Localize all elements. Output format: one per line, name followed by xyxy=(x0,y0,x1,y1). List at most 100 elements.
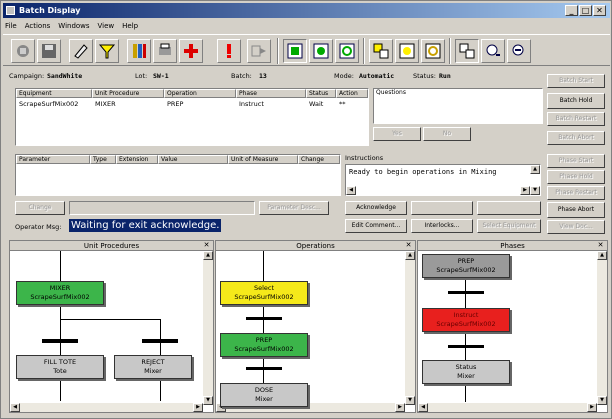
connector xyxy=(60,381,61,401)
node-sublabel: Tote xyxy=(53,367,67,375)
view-2-icon[interactable] xyxy=(309,39,333,63)
node-fill-tote[interactable]: FILL TOTE Tote xyxy=(16,355,104,379)
scroll-up-icon[interactable]: ▲ xyxy=(203,251,213,260)
menu-view[interactable]: View xyxy=(98,20,115,32)
close-icon[interactable]: ✕ xyxy=(596,242,605,250)
col-parameter[interactable]: Parameter xyxy=(16,155,90,164)
scroll-down-icon[interactable]: ▼ xyxy=(203,396,213,405)
scroll-right-icon[interactable]: ▶ xyxy=(193,403,203,412)
col-unit-procedure[interactable]: Unit Procedure xyxy=(92,89,164,98)
title-bar[interactable]: Batch Display _ □ ✕ xyxy=(3,3,610,18)
horizontal-scrollbar[interactable]: ◀ ▶ xyxy=(10,403,203,412)
horizontal-scrollbar[interactable]: ◀ ▶ xyxy=(418,403,597,412)
no-button[interactable]: No xyxy=(423,127,471,141)
view-7-icon[interactable] xyxy=(455,39,479,63)
close-icon[interactable]: ✕ xyxy=(202,242,211,250)
node-dose[interactable]: DOSE Mixer xyxy=(220,383,308,407)
col-phase[interactable]: Phase xyxy=(236,89,306,98)
parameter-table[interactable]: Parameter Type Extension Value Unit of M… xyxy=(15,154,341,196)
scroll-down-icon[interactable]: ▼ xyxy=(405,396,415,405)
phase-start-button[interactable]: Phase Start xyxy=(547,154,605,168)
instructions-box[interactable]: Ready to begin operations in Mixing ▲ ▼ … xyxy=(345,164,541,196)
scroll-down-icon[interactable]: ▼ xyxy=(530,186,540,195)
vertical-scrollbar[interactable]: ▲ ▼ xyxy=(405,251,415,405)
scroll-left-icon[interactable]: ◀ xyxy=(418,403,428,412)
col-operation[interactable]: Operation xyxy=(164,89,236,98)
scroll-right-icon[interactable]: ▶ xyxy=(395,403,405,412)
print-icon[interactable] xyxy=(153,39,177,63)
zoom-out-icon[interactable] xyxy=(507,39,531,63)
col-change[interactable]: Change xyxy=(298,155,340,164)
view-5-icon[interactable] xyxy=(395,39,419,63)
batch-restart-button[interactable]: Batch Restart xyxy=(547,112,605,126)
export-icon[interactable] xyxy=(247,39,271,63)
minimize-button[interactable]: _ xyxy=(565,5,578,16)
scroll-up-icon[interactable]: ▲ xyxy=(530,165,540,174)
scroll-right-icon[interactable]: ▶ xyxy=(520,186,530,195)
scroll-right-icon[interactable]: ▶ xyxy=(587,403,597,412)
phase-restart-button[interactable]: Phase Restart xyxy=(547,186,605,200)
toolbar-separator xyxy=(363,38,365,64)
batch-hold-button[interactable]: Batch Hold xyxy=(547,93,605,109)
vertical-scrollbar[interactable]: ▲ ▼ xyxy=(597,251,607,405)
scroll-up-icon[interactable]: ▲ xyxy=(405,251,415,260)
view-doc-button[interactable]: View Doc... xyxy=(547,220,605,234)
view-1-icon[interactable] xyxy=(283,39,307,63)
alert-icon[interactable] xyxy=(217,39,241,63)
equipment-table[interactable]: Equipment Unit Procedure Operation Phase… xyxy=(15,88,369,146)
node-select[interactable]: Select ScrapeSurfMix002 xyxy=(220,281,308,305)
book-icon[interactable] xyxy=(127,39,151,63)
col-unit-of-measure[interactable]: Unit of Measure xyxy=(228,155,298,164)
filter-icon[interactable] xyxy=(95,39,119,63)
close-icon[interactable]: ✕ xyxy=(404,242,413,250)
col-equipment[interactable]: Equipment xyxy=(16,89,92,98)
blank-button[interactable] xyxy=(411,201,473,215)
view-6-icon[interactable] xyxy=(421,39,445,63)
phase-hold-button[interactable]: Phase Hold xyxy=(547,170,605,184)
batch-start-button[interactable]: Batch Start xyxy=(547,74,605,88)
scroll-left-icon[interactable]: ◀ xyxy=(346,186,356,195)
connector xyxy=(160,381,161,401)
edit-comment-button[interactable]: Edit Comment... xyxy=(345,219,407,233)
node-prep-phase[interactable]: PREP ScrapeSurfMix002 xyxy=(422,254,510,278)
col-status[interactable]: Status xyxy=(306,89,336,98)
select-equipment-button[interactable]: Select Equipment xyxy=(477,219,541,233)
node-prep[interactable]: PREP ScrapeSurfMix002 xyxy=(220,333,308,357)
scroll-up-icon[interactable]: ▲ xyxy=(597,251,607,260)
scroll-down-icon[interactable]: ▼ xyxy=(597,396,607,405)
batch-abort-button[interactable]: Batch Abort xyxy=(547,131,605,145)
node-mixer[interactable]: MIXER ScrapeSurfMix002 xyxy=(16,281,104,305)
close-button[interactable]: ✕ xyxy=(593,5,606,16)
blank-button-2[interactable] xyxy=(477,201,541,215)
restore-button[interactable]: □ xyxy=(579,5,592,16)
node-sublabel: ScrapeSurfMix002 xyxy=(234,345,294,353)
change-button[interactable]: Change xyxy=(15,201,65,215)
home-icon[interactable] xyxy=(11,39,35,63)
view-4-icon[interactable] xyxy=(369,39,393,63)
zoom-in-icon[interactable] xyxy=(481,39,505,63)
menu-actions[interactable]: Actions xyxy=(25,20,51,32)
col-action[interactable]: Action xyxy=(336,89,368,98)
parameter-desc-button[interactable]: Parameter Desc... xyxy=(259,201,329,215)
node-instruct[interactable]: Instruct ScrapeSurfMix002 xyxy=(422,308,510,332)
col-value[interactable]: Value xyxy=(158,155,228,164)
col-type[interactable]: Type xyxy=(90,155,116,164)
node-reject[interactable]: REJECT Mixer xyxy=(114,355,192,379)
edit-icon[interactable] xyxy=(69,39,93,63)
col-extension[interactable]: Extension xyxy=(116,155,158,164)
phase-abort-button[interactable]: Phase Abort xyxy=(547,202,605,218)
interlocks-button[interactable]: Interlocks... xyxy=(411,219,473,233)
menu-help[interactable]: Help xyxy=(122,20,138,32)
acknowledge-button[interactable]: Acknowledge xyxy=(345,201,407,215)
vertical-scrollbar[interactable]: ▲ ▼ xyxy=(203,251,213,405)
save-icon[interactable] xyxy=(37,39,61,63)
add-icon[interactable] xyxy=(179,39,203,63)
node-status[interactable]: Status Mixer xyxy=(422,360,510,384)
menu-windows[interactable]: Windows xyxy=(58,20,89,32)
change-value-field[interactable] xyxy=(69,201,255,215)
yes-button[interactable]: Yes xyxy=(373,127,421,141)
questions-list[interactable]: Questions xyxy=(373,88,543,124)
scroll-left-icon[interactable]: ◀ xyxy=(10,403,20,412)
menu-file[interactable]: File xyxy=(5,20,17,32)
view-3-icon[interactable] xyxy=(335,39,359,63)
